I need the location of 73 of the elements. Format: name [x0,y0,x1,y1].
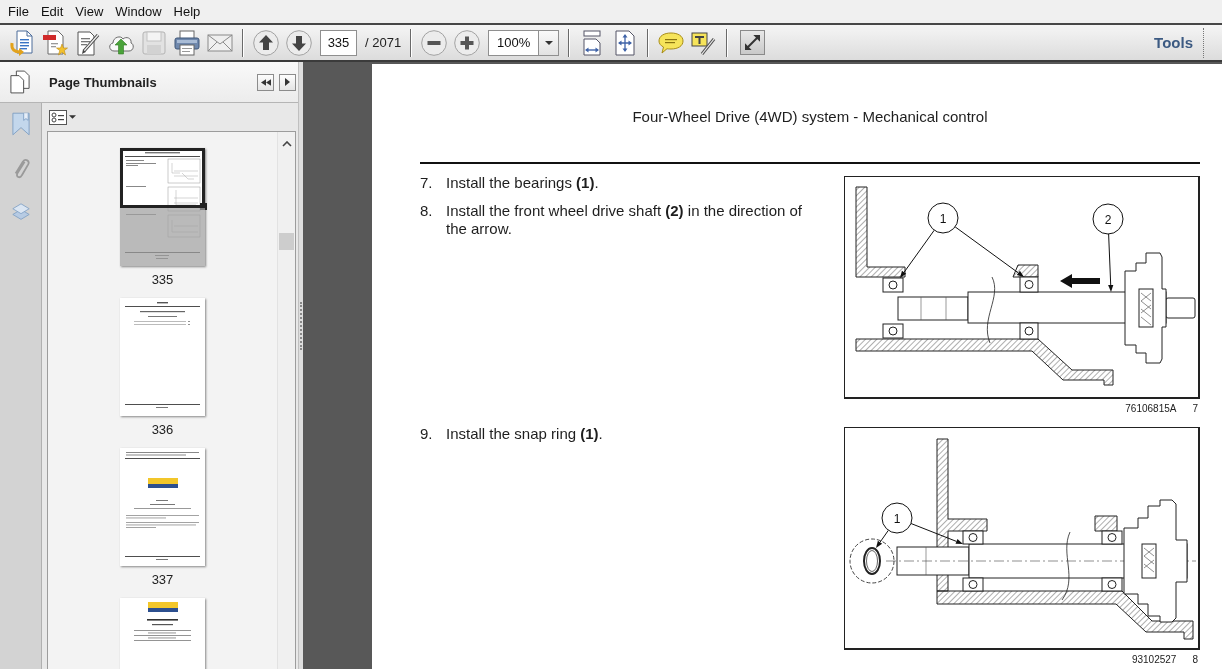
right-arrow-icon [285,78,290,86]
print-icon[interactable] [174,29,200,56]
menu-item[interactable]: File [3,2,34,21]
step-text: Install the bearings (1). [446,174,600,192]
leader-line [910,523,963,544]
step-text: Install the snap ring (1). [446,425,604,443]
page-number-field[interactable]: 335 [320,29,357,56]
page-thumbnail[interactable] [120,448,205,566]
document-arrow-icon[interactable] [9,29,35,56]
scroll-up-icon[interactable] [281,141,292,147]
thumbnail-label: 336 [151,422,174,438]
page-header: Four-Wheel Drive (4WD) system - Mechanical control [631,108,989,126]
highlight-icon[interactable] [691,29,718,56]
thumbnail-label: 335 [151,272,174,288]
collapse-panel-button[interactable] [257,73,274,91]
bearing [882,323,904,339]
detail-outline [849,538,895,584]
full-screen-button[interactable] [740,30,766,55]
leader-line [876,529,889,548]
document-pencil-icon[interactable] [75,29,101,56]
menu-item[interactable]: View [70,2,109,21]
step-number: 7. [420,174,434,192]
double-left-arrow-icon [260,78,271,86]
bearing [882,277,904,293]
menu-item[interactable]: Help [168,2,206,21]
menu-item[interactable]: Edit [35,2,69,21]
visible-area-frame[interactable] [120,148,205,208]
callout-marker: 1 [927,202,959,234]
scrollbar-thumb[interactable] [279,233,294,250]
leader-line [1108,233,1114,292]
logo-drawing [148,478,178,488]
comment-icon[interactable] [658,29,685,56]
page-thumbnail[interactable] [120,298,205,416]
caret-icon [69,115,76,119]
scrollbar[interactable] [277,132,295,669]
figure-code: 76106815A [1125,403,1177,415]
leader-line [900,229,935,278]
thumbnail-label: 337 [151,572,174,588]
bearing [962,577,984,592]
menu-item[interactable]: Window [110,2,167,21]
snap-ring [863,547,881,575]
bearing [1019,276,1039,293]
zoom-field[interactable]: 100% [488,29,539,56]
logo-drawing [148,602,178,612]
bearing [1101,577,1123,592]
step-number: 8. [420,202,434,221]
pages-icon[interactable] [10,70,30,94]
page-thumbnail[interactable] [120,148,205,266]
step-text: Install the front wheel drive shaft (2) in the direction of the arrow. [446,202,804,238]
page-count: / 2071 [365,35,402,50]
list-icon [49,109,67,125]
panel-menu-button[interactable] [279,73,296,91]
bearing [962,530,984,545]
zoom-out-icon[interactable] [421,29,448,56]
bearing [1101,530,1123,545]
zoom-in-icon[interactable] [454,29,481,56]
document-star-icon[interactable] [42,29,68,56]
expand-arrows-icon [745,35,761,50]
step-number: 9. [420,425,434,443]
figure-code: 93102527 [1131,654,1177,666]
zoom-dropdown-button[interactable] [538,29,560,56]
bearing [1019,322,1039,340]
tools-link[interactable]: Tools [1154,34,1193,51]
thumbnail-options-button[interactable] [49,109,76,125]
leader-line [954,226,1024,277]
mini-figure-drawing [167,158,201,184]
callout-marker: 1 [881,502,913,534]
direction-arrow [1060,274,1100,288]
callout-marker: 2 [1092,203,1124,235]
figure-number: 7 [1192,403,1198,415]
caret-icon [544,40,553,45]
panel-title: Page Thumbnails [49,74,158,90]
figure-number: 8 [1192,654,1198,666]
